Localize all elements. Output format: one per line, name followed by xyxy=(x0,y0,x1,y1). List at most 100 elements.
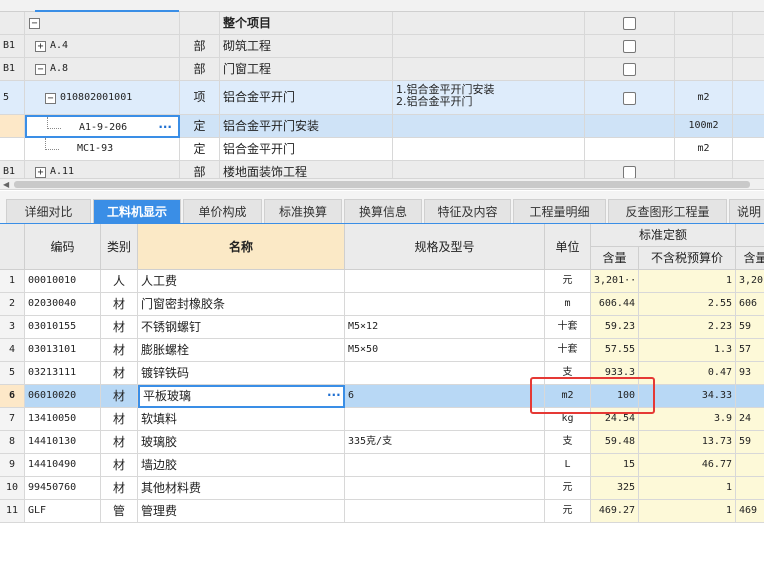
material-name[interactable]: 管理费 xyxy=(138,500,345,523)
material-spec[interactable] xyxy=(345,362,545,385)
material-name[interactable]: 其他材料费 xyxy=(138,477,345,500)
material-quantity[interactable]: 15 xyxy=(591,454,639,477)
material-category[interactable]: 材 xyxy=(101,408,138,431)
horizontal-scrollbar[interactable]: ◀ xyxy=(0,178,764,190)
material-quantity[interactable]: 469.27 xyxy=(591,500,639,523)
material-spec[interactable]: 6 xyxy=(345,385,545,408)
material-row[interactable]: 4 03013101 材膨胀螺栓 M5×50 十套 57.55 1.3 57 xyxy=(0,339,764,362)
tab-5[interactable]: 特征及内容 xyxy=(424,199,511,223)
header-quantity[interactable]: 含量 xyxy=(591,247,639,270)
collapse-icon[interactable]: − xyxy=(35,64,46,75)
material-code[interactable]: 99450760 xyxy=(25,477,101,500)
material-quantity[interactable]: 606.44 xyxy=(591,293,639,316)
upper-row[interactable]: B1− A.8 部门窗工程 xyxy=(0,58,764,81)
material-spec[interactable]: M5×50 xyxy=(345,339,545,362)
material-category[interactable]: 材 xyxy=(101,316,138,339)
row-checkbox[interactable] xyxy=(623,92,636,105)
material-row[interactable]: 3 03010155 材不锈钢螺钉 M5×12 十套 59.23 2.23 59 xyxy=(0,316,764,339)
material-row[interactable]: 2 02030040 材门窗密封橡胶条 m 606.44 2.55 606 xyxy=(0,293,764,316)
material-quantity[interactable]: 59.48 xyxy=(591,431,639,454)
material-category[interactable]: 人 xyxy=(101,270,138,293)
material-quantity-2[interactable]: 57 xyxy=(736,339,764,362)
tab-0[interactable]: 详细对比 xyxy=(6,199,91,223)
material-code[interactable]: 03213111 xyxy=(25,362,101,385)
material-unit[interactable]: 支 xyxy=(545,431,591,454)
material-name[interactable]: 门窗密封橡胶条 xyxy=(138,293,345,316)
header-unit[interactable]: 单位 xyxy=(545,224,591,270)
material-price[interactable]: 1.3 xyxy=(639,339,736,362)
material-spec[interactable] xyxy=(345,270,545,293)
material-name[interactable]: 平板玻璃 xyxy=(138,385,345,408)
tab-2[interactable]: 单价构成 xyxy=(183,199,262,223)
material-category[interactable]: 材 xyxy=(101,362,138,385)
tab-1[interactable]: 工料机显示 xyxy=(93,199,181,223)
row-checkbox[interactable] xyxy=(623,17,636,30)
upper-row[interactable]: A1-9-206 ··· 定铝合金平开门安装 100m2 xyxy=(0,115,764,138)
material-category[interactable]: 材 xyxy=(101,339,138,362)
scroll-left-arrow-icon[interactable]: ◀ xyxy=(3,179,9,190)
material-quantity[interactable]: 3,201··· xyxy=(591,270,639,293)
material-quantity-2[interactable]: 606 xyxy=(736,293,764,316)
material-unit[interactable]: m xyxy=(545,293,591,316)
material-unit[interactable]: 十套 xyxy=(545,339,591,362)
header-price-excl-tax[interactable]: 不含税预算价 xyxy=(639,247,736,270)
material-code[interactable]: 14410130 xyxy=(25,431,101,454)
material-spec[interactable] xyxy=(345,454,545,477)
expand-icon[interactable]: + xyxy=(35,167,46,178)
header-code[interactable]: 编码 xyxy=(25,224,101,270)
material-spec[interactable] xyxy=(345,477,545,500)
material-name[interactable]: 墙边胶 xyxy=(138,454,345,477)
upper-row[interactable]: B1 + A.4 部砌筑工程 xyxy=(0,35,764,58)
material-code[interactable]: 00010010 xyxy=(25,270,101,293)
material-category[interactable]: 材 xyxy=(101,385,138,408)
tab-3[interactable]: 标准换算 xyxy=(264,199,342,223)
collapse-icon[interactable]: − xyxy=(45,93,56,104)
material-category[interactable]: 材 xyxy=(101,431,138,454)
material-quantity-2[interactable]: 24 xyxy=(736,408,764,431)
header-name[interactable]: 名称 xyxy=(138,224,345,270)
upper-row[interactable]: B1 + A.11 部楼地面装饰工程 xyxy=(0,161,764,178)
material-price[interactable]: 46.77 xyxy=(639,454,736,477)
material-price[interactable]: 2.23 xyxy=(639,316,736,339)
material-row[interactable]: 8 14410130 材玻璃胶 335克/支支 59.48 13.73 59 xyxy=(0,431,764,454)
material-price[interactable]: 13.73 xyxy=(639,431,736,454)
scroll-thumb[interactable] xyxy=(14,181,750,188)
row-checkbox[interactable] xyxy=(623,166,636,178)
upper-row[interactable]: − 整个项目 xyxy=(0,12,764,35)
material-unit[interactable]: 元 xyxy=(545,477,591,500)
material-price[interactable]: 2.55 xyxy=(639,293,736,316)
material-price[interactable]: 1 xyxy=(639,500,736,523)
expand-icon[interactable]: + xyxy=(35,41,46,52)
material-price[interactable]: 1 xyxy=(639,477,736,500)
material-row[interactable]: 1 00010010 人人工费元 3,201··· 1 3,20 xyxy=(0,270,764,293)
material-row[interactable]: 10 99450760 材其他材料费 元 325 1 xyxy=(0,477,764,500)
ellipsis-button[interactable]: ··· xyxy=(327,385,341,406)
material-name[interactable]: 玻璃胶 xyxy=(138,431,345,454)
material-name[interactable]: 镀锌铁码 xyxy=(138,362,345,385)
material-quantity-2[interactable] xyxy=(736,454,764,477)
material-spec[interactable] xyxy=(345,293,545,316)
material-quantity-2[interactable]: 59 xyxy=(736,316,764,339)
material-spec[interactable]: 335克/支 xyxy=(345,431,545,454)
tab-7[interactable]: 反查图形工程量 xyxy=(608,199,727,223)
material-quantity-2[interactable]: 469 xyxy=(736,500,764,523)
tab-6[interactable]: 工程量明细 xyxy=(513,199,606,223)
header-category[interactable]: 类别 xyxy=(101,224,138,270)
material-quantity-2[interactable]: 59 xyxy=(736,431,764,454)
header-quantity-2[interactable]: 含量 xyxy=(736,247,764,270)
material-category[interactable]: 管 xyxy=(101,500,138,523)
row-checkbox[interactable] xyxy=(623,63,636,76)
material-code[interactable]: GLF xyxy=(25,500,101,523)
material-spec[interactable] xyxy=(345,500,545,523)
material-quantity[interactable]: 325 xyxy=(591,477,639,500)
material-unit[interactable]: 元 xyxy=(545,270,591,293)
material-unit[interactable]: L xyxy=(545,454,591,477)
material-code[interactable]: 02030040 xyxy=(25,293,101,316)
upper-row[interactable]: 5−010802001001 项铝合金平开门 1.铝合金平开门安装 2.铝合金平开门 m… xyxy=(0,81,764,115)
row-checkbox[interactable] xyxy=(623,40,636,53)
material-spec[interactable] xyxy=(345,408,545,431)
material-quantity[interactable]: 59.23 xyxy=(591,316,639,339)
collapse-icon[interactable]: − xyxy=(29,18,40,29)
material-name[interactable]: 软填料 xyxy=(138,408,345,431)
material-code[interactable]: 06010020 xyxy=(25,385,101,408)
